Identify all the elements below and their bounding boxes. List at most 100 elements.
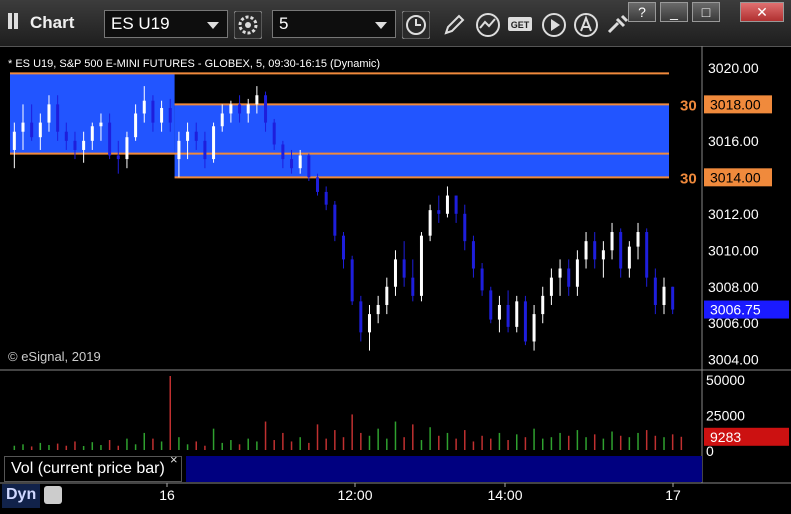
chevron-down-icon[interactable] [375,22,387,29]
chart-area[interactable]: 3020.00 3018.00 3016.00 3014.00 3012.00 3010.… [0,46,791,509]
candle-body [593,241,597,260]
candle-body [73,140,77,150]
current-volume-text: 9283 [710,429,741,445]
close-icon[interactable]: × [170,452,178,467]
candle-body [567,268,571,287]
candle-body [575,259,579,287]
time-axis-label: 16 [159,487,175,503]
candle-body [194,131,198,141]
candle-body [21,122,25,132]
play-icon[interactable] [540,11,568,39]
highlight-zone [174,104,669,178]
candle-body [367,314,371,333]
level-badge: 30 [680,170,697,187]
candle-body [82,140,86,150]
candle-body [523,301,527,342]
candle-body [186,131,190,141]
chart-app-icon [8,13,22,29]
symbol-value: ES U19 [111,14,170,33]
candle-body [402,259,406,278]
candle-body [359,301,363,333]
level-price-text: 3014.00 [710,169,761,185]
candle-body [220,113,224,127]
candle-body [307,155,311,178]
candle-body [471,241,475,269]
candle-body [463,213,467,242]
candle-body [342,235,345,260]
volume-study-strip [186,456,702,482]
candle-body [480,268,484,291]
candle-body [419,235,423,296]
candle-body [489,290,493,320]
candle-body [108,122,112,156]
candle-body [584,241,588,260]
line-tool-icon[interactable] [474,11,502,39]
price-axis-label: 3016.00 [708,133,759,149]
chevron-down-icon[interactable] [207,22,219,29]
chart-info-label: * ES U19, S&P 500 E-MINI FUTURES - GLOBE… [8,58,380,70]
candle-body [281,144,285,160]
candle-body [212,126,216,160]
candle-body [532,314,536,342]
price-axis-label: 3010.00 [708,242,759,258]
get-icon[interactable]: GET [506,11,534,39]
time-axis-label: 14:00 [487,487,522,503]
candle-body [411,277,415,296]
candle-body [549,277,553,296]
title-bar: Chart ES U19 5 GET ? _ □ ✕ [0,0,791,47]
candle-body [90,126,94,141]
candle-body [125,137,129,160]
pencil-icon[interactable] [440,11,468,39]
candle-body [272,122,276,145]
help-button[interactable]: ? [628,2,656,22]
gear-icon[interactable] [233,10,263,40]
candle-body [653,277,657,305]
candle-body [619,232,623,269]
candle-body [445,195,449,214]
candle-body [38,122,42,138]
candle-body [142,100,146,114]
level-badge: 30 [680,97,697,114]
candle-body [645,232,649,278]
lock-icon[interactable] [44,486,62,504]
candle-body [177,140,181,160]
candle-body [324,191,328,205]
symbol-combo[interactable]: ES U19 [104,10,228,38]
candle-body [428,210,432,236]
esignal-watermark: © eSignal, 2019 [8,349,101,364]
candle-body [376,304,380,315]
candle-body [30,122,34,138]
candle-body [264,95,268,123]
candle-body [671,286,675,310]
interval-combo[interactable]: 5 [272,10,396,38]
price-axis-label: 3020.00 [708,60,759,76]
volume-axis-label: 25000 [706,407,745,423]
candle-body [558,268,562,278]
candle-body [229,104,233,114]
candle-body [601,250,605,260]
maximize-button[interactable]: □ [692,2,720,22]
candle-body [56,104,60,132]
candle-body [333,204,337,236]
clock-icon[interactable] [401,10,431,40]
candle-body [298,155,302,169]
alert-icon[interactable] [572,11,600,39]
candle-body [134,113,138,138]
candle-body [238,104,242,114]
candle-body [255,95,259,105]
candle-body [160,108,164,123]
candle-body [385,286,389,305]
close-button[interactable]: ✕ [740,2,784,22]
candle-body [246,104,250,114]
candle-body [350,259,354,302]
candle-body [12,131,16,150]
candle-body [64,131,68,141]
candle-body [497,304,501,320]
dynamic-status[interactable]: Dyn [2,484,41,508]
interval-value: 5 [279,14,289,33]
volume-study-label[interactable]: Vol (current price bar) [4,456,182,482]
candle-body [151,100,155,123]
price-axis-label: 3008.00 [708,279,759,295]
minimize-button[interactable]: _ [660,2,688,22]
candle-body [610,232,614,251]
